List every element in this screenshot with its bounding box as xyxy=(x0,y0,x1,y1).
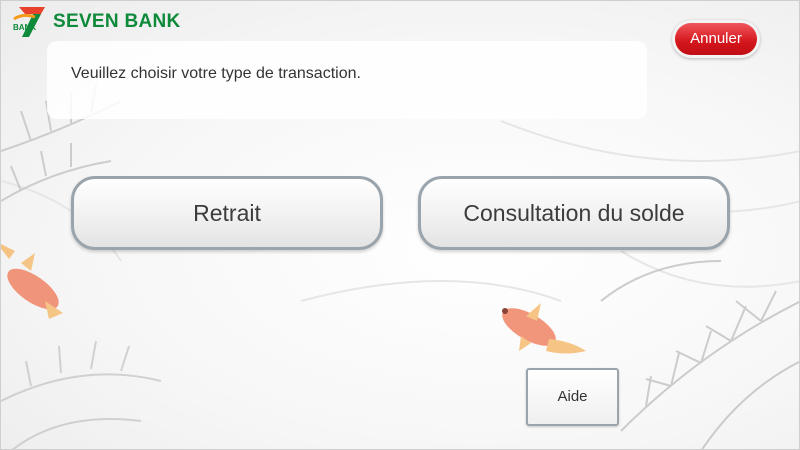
withdrawal-button[interactable]: Retrait xyxy=(71,176,383,250)
balance-inquiry-button[interactable]: Consultation du solde xyxy=(418,176,730,250)
transaction-prompt: Veuillez choisir votre type de transacti… xyxy=(71,65,361,82)
brand-name: SEVEN BANK xyxy=(53,11,181,32)
seven-bank-logo-icon: BANK xyxy=(13,7,45,37)
prompt-panel: Veuillez choisir votre type de transacti… xyxy=(47,41,647,119)
plant-right xyxy=(600,260,799,449)
goldfish-left xyxy=(1,244,63,319)
help-button[interactable]: Aide xyxy=(526,368,619,426)
cancel-button[interactable]: Annuler xyxy=(675,23,757,55)
goldfish-center xyxy=(502,303,586,354)
plant-bottom-left xyxy=(1,340,162,449)
logo-mark-text: BANK xyxy=(13,23,36,32)
atm-screen: BANK SEVEN BANK Veuillez choisir votre t… xyxy=(0,0,800,450)
